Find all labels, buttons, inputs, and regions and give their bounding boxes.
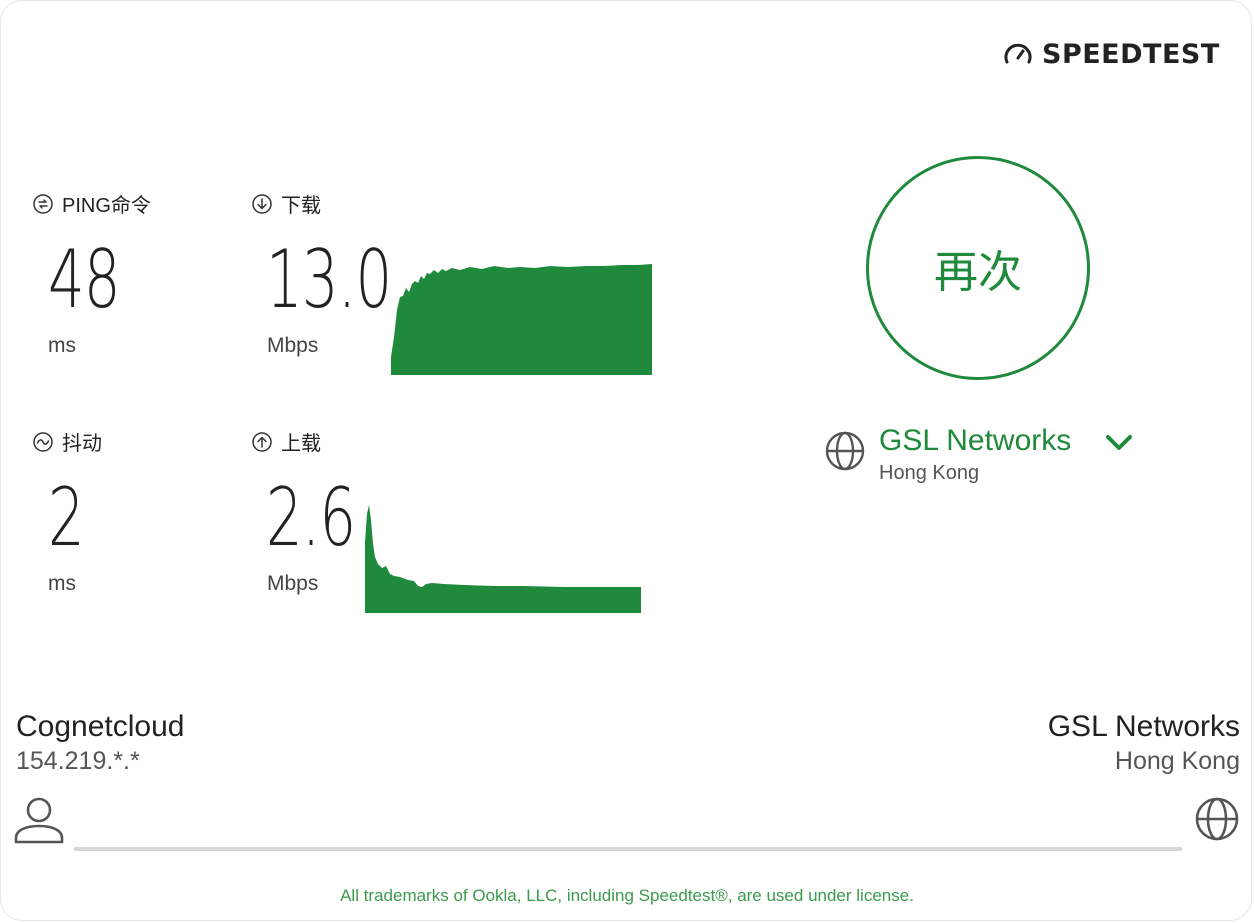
jitter-value: 2 — [48, 471, 85, 564]
upload-label-text: 上载 — [281, 433, 321, 455]
ping-value: 48 — [48, 233, 121, 326]
ping-label-text: PING命令 — [62, 195, 151, 217]
download-label: 下载 — [251, 189, 321, 218]
ping-label: PING命令 — [32, 189, 151, 218]
isp-ip: 154.219.*.* — [16, 747, 140, 775]
speedtest-logo: SPEEDTEST — [1002, 38, 1220, 70]
host-location: Hong Kong — [1114, 747, 1240, 775]
trademark-footer: All trademarks of Ookla, LLC, including … — [340, 886, 914, 905]
download-value: 13.0 — [266, 233, 392, 326]
ping-unit: ms — [48, 334, 76, 357]
speedtest-panel — [0, 0, 1252, 921]
upload-label: 上载 — [251, 427, 321, 456]
ping-icon — [33, 193, 53, 214]
connection-line — [74, 847, 1182, 851]
jitter-label-text: 抖动 — [62, 433, 102, 455]
upload-value: 2.6 — [266, 471, 356, 564]
upload-unit: Mbps — [267, 572, 319, 595]
jitter-unit: ms — [48, 572, 76, 595]
again-button-label: 再次 — [934, 247, 1022, 298]
download-graph-area — [391, 264, 652, 375]
logo-text: SPEEDTEST — [1042, 38, 1220, 70]
jitter-icon — [33, 431, 53, 452]
upload-graph — [365, 505, 641, 613]
chevron-down-icon[interactable] — [1104, 430, 1134, 456]
user-icon — [14, 797, 64, 844]
server-location: Hong Kong — [879, 462, 980, 484]
download-unit: Mbps — [267, 334, 319, 357]
upload-graph-area — [365, 505, 641, 613]
download-label-text: 下载 — [281, 195, 321, 217]
globe-icon — [825, 431, 865, 471]
upload-icon — [252, 431, 272, 452]
download-icon — [252, 193, 272, 214]
isp-name: Cognetcloud — [16, 710, 185, 743]
again-button[interactable]: 再次 — [866, 156, 1090, 380]
server-name[interactable]: GSL Networks — [879, 424, 1071, 458]
jitter-label: 抖动 — [32, 427, 102, 456]
host-name: GSL Networks — [1047, 710, 1240, 743]
globe-icon — [1195, 797, 1239, 841]
download-graph — [391, 264, 652, 375]
speedometer-icon — [1004, 43, 1032, 64]
